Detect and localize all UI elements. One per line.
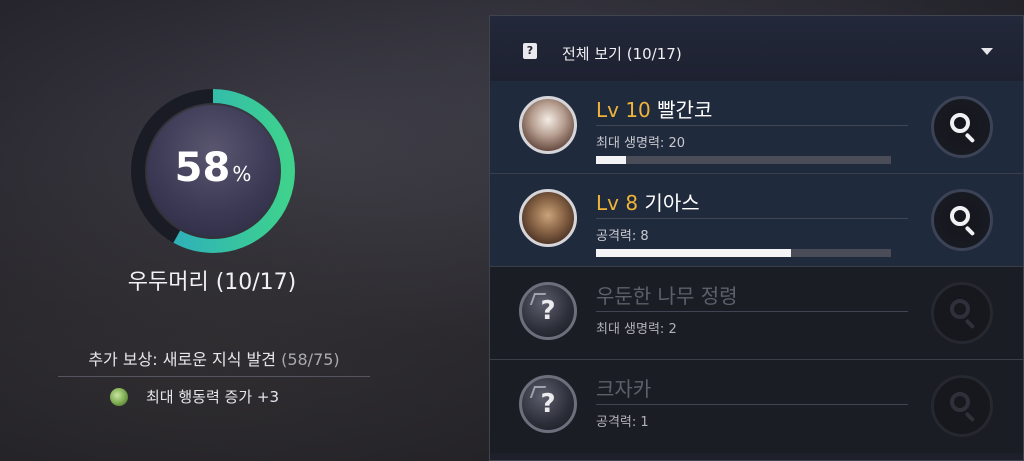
book-icon: ? xyxy=(523,43,537,59)
bonus-reward-label: 추가 보상: 새로운 지식 발견 (58/75) xyxy=(58,346,370,370)
percent-value: 58 xyxy=(174,145,231,191)
chevron-down-icon[interactable] xyxy=(981,48,993,55)
inspect-button[interactable] xyxy=(931,282,993,344)
list-item[interactable]: ? 크자카 공격력: 1 xyxy=(490,360,1023,453)
monster-name-text: 우둔한 나무 정령 xyxy=(596,284,738,308)
divider xyxy=(596,404,908,405)
bonus-label: 추가 보상: 새로운 지식 발견 xyxy=(88,350,276,369)
search-icon-handle xyxy=(964,411,976,423)
list-item[interactable]: Lv 10 빨간코 최대 생명력: 20 xyxy=(490,81,1023,174)
leaf-token-icon xyxy=(110,387,128,406)
percent-sign: % xyxy=(232,162,252,186)
monster-name-text: 기아스 xyxy=(644,191,700,215)
search-icon xyxy=(950,206,970,226)
list-item[interactable]: ? 우둔한 나무 정령 최대 생명력: 2 xyxy=(490,267,1023,360)
search-icon-handle xyxy=(964,132,976,144)
divider xyxy=(596,125,908,126)
search-icon-handle xyxy=(964,225,976,237)
completion-ring: 58% xyxy=(129,87,297,255)
monster-stat: 공격력: 8 xyxy=(596,229,649,244)
monster-portrait xyxy=(519,189,577,247)
list-item[interactable]: Lv 8 기아스 공격력: 8 xyxy=(490,174,1023,267)
search-icon xyxy=(950,392,970,412)
progress-fill xyxy=(596,156,626,164)
search-icon xyxy=(950,113,970,133)
reward-item: 최대 행동력 증가 +3 xyxy=(110,386,279,407)
inspect-button[interactable] xyxy=(931,375,993,437)
progress-bar xyxy=(596,156,891,164)
completion-percent: 58% xyxy=(129,145,297,191)
progress-bar xyxy=(596,249,891,257)
view-all-dropdown[interactable]: ? 전체 보기 (10/17) xyxy=(490,16,1023,82)
reward-text: 최대 행동력 증가 +3 xyxy=(146,388,280,406)
monster-level: Lv 8 xyxy=(596,191,639,215)
monster-level: Lv 10 xyxy=(596,98,651,122)
monster-name-text: 크자카 xyxy=(596,377,652,401)
inspect-button[interactable] xyxy=(931,96,993,158)
monster-name: Lv 10 빨간코 xyxy=(596,94,712,123)
divider xyxy=(596,311,908,312)
divider xyxy=(596,218,908,219)
unknown-portrait: ? xyxy=(519,282,577,340)
region-title: 우두머리 (10/17) xyxy=(127,270,297,295)
unknown-portrait: ? xyxy=(519,375,577,433)
bonus-count: (58/75) xyxy=(281,350,340,369)
monster-name: Lv 8 기아스 xyxy=(596,187,700,216)
inspect-button[interactable] xyxy=(931,189,993,251)
monster-portrait xyxy=(519,96,577,154)
divider xyxy=(58,376,370,377)
progress-fill xyxy=(596,249,791,257)
monster-stat: 최대 생명력: 20 xyxy=(596,136,685,151)
boss-list-panel: ? 전체 보기 (10/17) Lv 10 빨간코 최대 생명력: 20 Lv … xyxy=(489,15,1024,461)
search-icon-handle xyxy=(964,318,976,330)
dropdown-label: 전체 보기 (10/17) xyxy=(562,45,682,63)
monster-stat: 공격력: 1 xyxy=(596,415,649,430)
monster-name-text: 빨간코 xyxy=(657,98,713,122)
search-icon xyxy=(950,299,970,319)
monster-stat: 최대 생명력: 2 xyxy=(596,322,677,337)
